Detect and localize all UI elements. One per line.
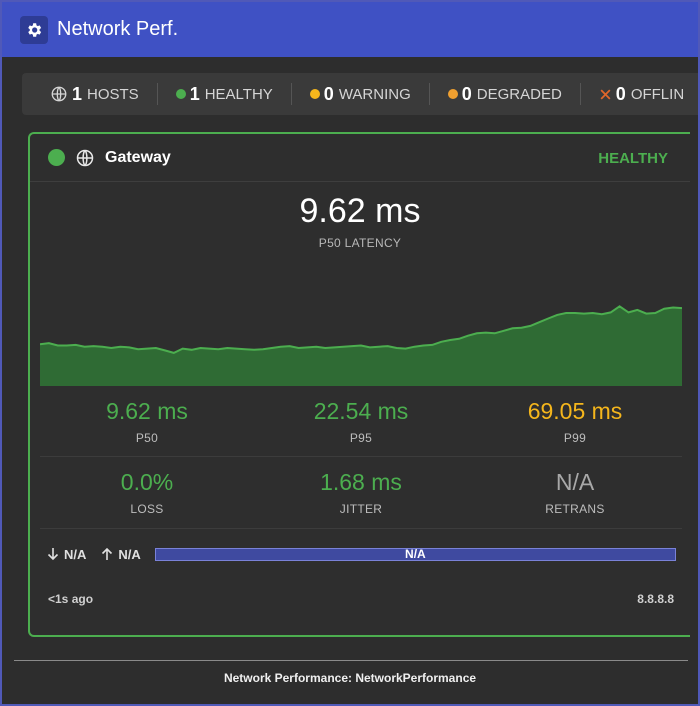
- summary-degraded: 0 DEGRADED: [447, 83, 562, 105]
- widget-title: Network Perf.: [57, 18, 179, 40]
- summary-label: WARNING: [338, 85, 411, 103]
- divider: [40, 456, 682, 457]
- summary-hosts: 1 HOSTS: [50, 84, 139, 105]
- healthy-dot-icon: [175, 89, 186, 99]
- summary-count: 0: [323, 83, 334, 104]
- throughput-row: N/A N/A N/A: [46, 544, 676, 564]
- last-updated: <1s ago: [48, 592, 94, 606]
- summary-divider: [156, 83, 158, 105]
- gear-icon[interactable]: [20, 15, 48, 44]
- metric-p50: 9.62 ms P50: [40, 398, 254, 445]
- metric-label: JITTER: [339, 502, 383, 516]
- widget-frame: Network Perf. 1 HOSTS 1 HEALTHY 0 WARNIN…: [0, 0, 700, 706]
- summary-healthy: 1 HEALTHY: [175, 83, 273, 105]
- target-address: 8.8.8.8: [637, 592, 674, 606]
- metric-value: 9.62 ms: [106, 398, 188, 424]
- metric-value: 1.68 ms: [320, 469, 402, 495]
- arrow-down-icon: [47, 548, 59, 561]
- degraded-dot-icon: [447, 89, 458, 99]
- download-rate: N/A: [46, 547, 86, 562]
- metric-label: P50: [135, 431, 159, 445]
- summary-bar: 1 HOSTS 1 HEALTHY 0 WARNING 0 DEGRADED 0…: [22, 73, 698, 115]
- metric-label: P99: [563, 431, 587, 445]
- summary-count: 0: [615, 83, 626, 104]
- metric-value: N/A: [555, 469, 595, 495]
- metric-value: 22.54 ms: [313, 398, 409, 424]
- summary-divider: [579, 83, 581, 105]
- upload-rate: N/A: [100, 546, 141, 562]
- widget-caption: Network Performance: NetworkPerformance: [223, 671, 477, 685]
- divider: [40, 528, 682, 529]
- summary-count: 1: [189, 83, 200, 104]
- host-card[interactable]: Gateway HEALTHY 9.62 ms P50 LATENCY 9.62…: [28, 132, 690, 637]
- metric-retrans: N/A RETRANS: [468, 469, 682, 516]
- arrow-up-icon: [102, 547, 113, 560]
- summary-divider: [428, 83, 430, 105]
- summary-warning: 0 WARNING: [309, 83, 411, 105]
- metric-label: P95: [349, 431, 373, 445]
- summary-label: HEALTHY: [204, 85, 273, 103]
- metric-p95: 22.54 ms P95: [254, 398, 468, 445]
- upload-value: N/A: [118, 546, 141, 562]
- warning-dot-icon: [309, 89, 320, 99]
- metrics-row-quality: 0.0% LOSS 1.68 ms JITTER N/A RETRANS: [40, 469, 682, 516]
- widget-header: Network Perf.: [2, 2, 698, 57]
- summary-divider: [290, 83, 292, 105]
- latency-sparkline: [40, 305, 682, 386]
- download-value: N/A: [64, 546, 87, 562]
- globe-icon: [76, 149, 94, 166]
- metric-value: 69.05 ms: [527, 398, 623, 424]
- summary-label: DEGRADED: [476, 85, 562, 103]
- throughput-bar-label: N/A: [405, 547, 426, 561]
- metric-jitter: 1.68 ms JITTER: [254, 469, 468, 516]
- x-icon: [600, 89, 611, 99]
- host-name: Gateway: [105, 148, 171, 166]
- summary-label: HOSTS: [87, 85, 139, 103]
- summary-offline: 0 OFFLIN: [599, 84, 684, 105]
- latency-value: 9.62 ms: [299, 192, 421, 230]
- host-card-header: Gateway HEALTHY: [30, 134, 690, 182]
- status-dot-icon: [48, 149, 65, 166]
- throughput-bar: N/A: [154, 547, 676, 561]
- metric-p99: 69.05 ms P99: [468, 398, 682, 445]
- summary-count: 0: [461, 83, 472, 104]
- latency-label: P50 LATENCY: [318, 236, 402, 250]
- divider: [14, 660, 688, 661]
- metric-label: RETRANS: [545, 502, 605, 516]
- metrics-row-percentiles: 9.62 ms P50 22.54 ms P95 69.05 ms P99: [40, 398, 682, 445]
- summary-count: 1: [72, 83, 83, 104]
- summary-label: OFFLIN: [630, 85, 685, 103]
- status-badge: HEALTHY: [598, 150, 668, 167]
- metric-value: 0.0%: [120, 469, 174, 495]
- globe-icon: [51, 86, 67, 102]
- metric-label: LOSS: [130, 502, 164, 516]
- metric-loss: 0.0% LOSS: [40, 469, 254, 516]
